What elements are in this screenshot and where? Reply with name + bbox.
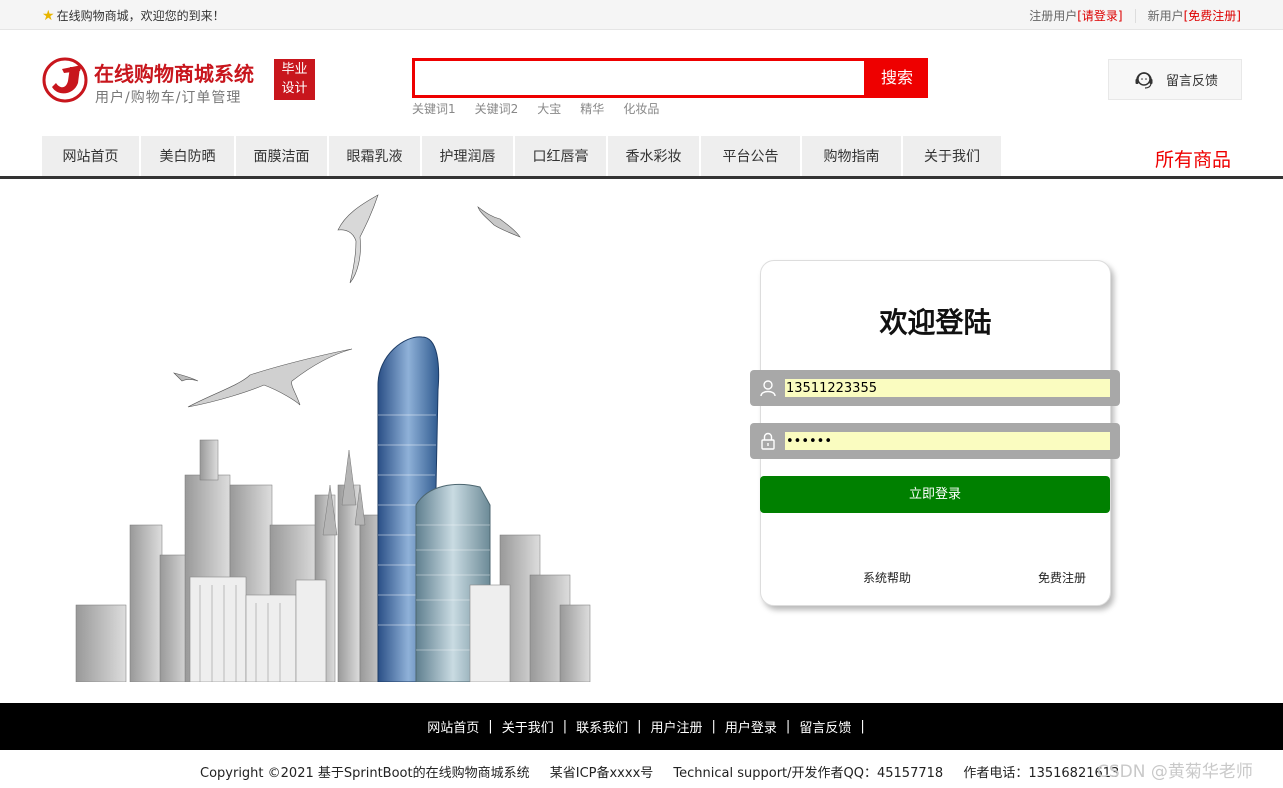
footer-link-feedback[interactable]: 留言反馈 [799, 717, 851, 736]
help-link[interactable]: 系统帮助 [863, 569, 911, 586]
watermark: CSDN @黄菊华老师 [1097, 762, 1253, 782]
graduation-badge: 毕业 设计 [274, 59, 315, 100]
nav-item-lipcare[interactable]: 护理润唇 [422, 136, 515, 176]
nav-item-guide[interactable]: 购物指南 [802, 136, 903, 176]
phone-text: 作者电话：13516821613 [963, 766, 1120, 781]
free-register-link[interactable]: [免费注册] [1184, 7, 1241, 24]
keyword-link[interactable]: 关键词2 [475, 100, 519, 117]
footer-link-home[interactable]: 网站首页 [427, 717, 479, 736]
site-subtitle: 用户/购物车/订单管理 [95, 90, 242, 106]
site-title[interactable]: 在线购物商城系统 [94, 58, 254, 87]
badge-line-2: 设计 [281, 81, 308, 96]
password-input[interactable] [785, 432, 1110, 450]
nav-item-about[interactable]: 关于我们 [903, 136, 1003, 176]
footer-link-contact[interactable]: 联系我们 [576, 717, 628, 736]
icp-text: 某省ICP备xxxx号 [549, 766, 654, 781]
main-nav: 网站首页 美白防晒 面膜洁面 眼霜乳液 护理润唇 口红唇膏 香水彩妆 平台公告 … [42, 136, 1003, 176]
copyright-text: Copyright ©2021 基于SprintBoot的在线购物商城系统 [200, 766, 530, 781]
keyword-link[interactable]: 大宝 [537, 100, 561, 117]
nav-item-mask[interactable]: 面膜洁面 [236, 136, 329, 176]
divider [1134, 8, 1136, 23]
user-links: 注册用户 [请登录] 新用户 [免费注册] [1029, 7, 1241, 24]
city-birds-illustration [75, 194, 591, 682]
login-link[interactable]: [请登录] [1077, 7, 1122, 24]
keyword-link[interactable]: 关键词1 [412, 100, 456, 117]
badge-line-1: 毕业 [281, 62, 308, 77]
nav-item-eyecream[interactable]: 眼霜乳液 [329, 136, 422, 176]
register-user-label: 注册用户 [1029, 9, 1078, 23]
copyright-line: Copyright ©2021 基于SprintBoot的在线购物商城系统 某省… [200, 762, 1135, 781]
search-button[interactable]: 搜索 [866, 58, 928, 98]
username-input[interactable] [785, 379, 1110, 397]
username-field[interactable] [750, 370, 1120, 406]
footer-separator: | [860, 719, 865, 734]
all-goods-link[interactable]: 所有商品 [1155, 145, 1231, 172]
lock-icon [761, 432, 775, 450]
hot-keywords: 关键词1 关键词2 大宝 精华 化妆品 [412, 100, 678, 117]
feedback-label: 留言反馈 [1165, 74, 1218, 89]
nav-item-whitening[interactable]: 美白防晒 [141, 136, 236, 176]
footer-link-register[interactable]: 用户注册 [651, 717, 703, 736]
footer-separator: | [488, 719, 493, 734]
footer-separator: | [562, 719, 568, 734]
login-submit-button[interactable]: 立即登录 [760, 476, 1110, 513]
nav-item-notice[interactable]: 平台公告 [701, 136, 802, 176]
star-icon: ★ [42, 7, 55, 24]
welcome-message: ★ 在线购物商城，欢迎您的到来！ [42, 7, 225, 24]
nav-item-perfume[interactable]: 香水彩妆 [608, 136, 701, 176]
nav-item-home[interactable]: 网站首页 [42, 136, 141, 176]
search-input[interactable] [412, 58, 867, 98]
register-link[interactable]: 免费注册 [1038, 569, 1086, 586]
footer-separator: | [785, 719, 791, 734]
headset-icon [1135, 71, 1153, 89]
footer-link-login[interactable]: 用户登录 [725, 717, 777, 736]
logo-icon[interactable] [42, 57, 88, 103]
nav-divider [0, 176, 1283, 179]
login-title: 欢迎登陆 [879, 306, 992, 339]
password-field[interactable] [750, 423, 1120, 459]
welcome-text: 在线购物商城，欢迎您的到来！ [56, 9, 225, 23]
footer-link-about[interactable]: 关于我们 [502, 717, 554, 736]
support-text: Technical support/开发作者QQ：45157718 [673, 766, 944, 781]
new-user-label: 新用户 [1147, 9, 1184, 23]
keyword-link[interactable]: 精华 [580, 100, 604, 117]
nav-item-lipstick[interactable]: 口红唇膏 [515, 136, 608, 176]
footer-separator: | [637, 719, 642, 734]
feedback-button[interactable]: 留言反馈 [1108, 59, 1242, 100]
footer-separator: | [711, 719, 716, 734]
keyword-link[interactable]: 化妆品 [623, 100, 659, 117]
user-icon [760, 380, 776, 397]
footer-nav: 网站首页 | 关于我们 | 联系我们 | 用户注册 | 用户登录 | 留言反馈 | [0, 703, 1283, 750]
top-bar: ★ 在线购物商城，欢迎您的到来！ 注册用户 [请登录] 新用户 [免费注册] [0, 0, 1283, 30]
